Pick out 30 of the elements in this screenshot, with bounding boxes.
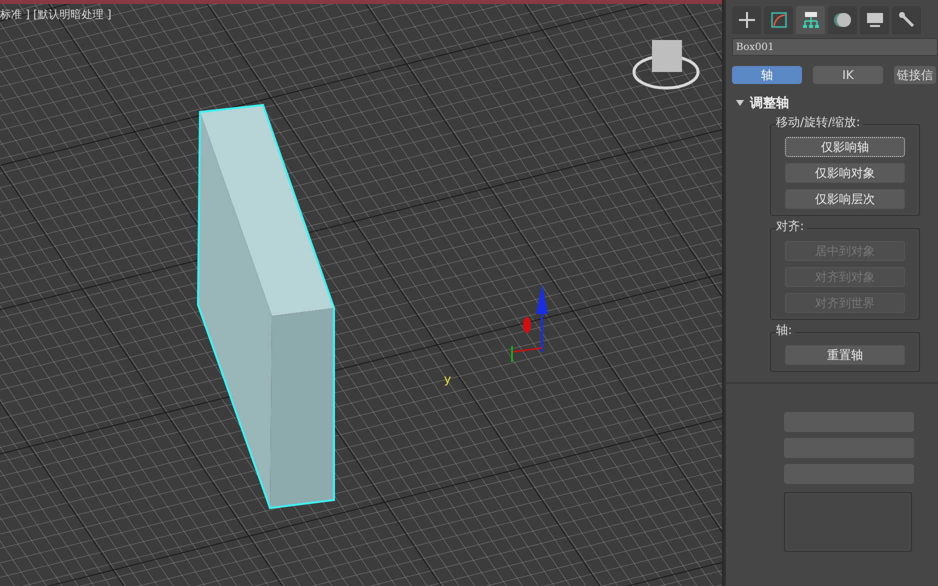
panel-tab[interactable] (796, 6, 825, 34)
curve-icon (770, 11, 788, 29)
panel-tab[interactable] (732, 6, 761, 34)
mode-button[interactable]: IK (813, 66, 883, 84)
rollout-title[interactable]: 调整轴 (750, 94, 789, 112)
expanded-triangle-icon[interactable] (736, 99, 744, 107)
panel-tab[interactable] (860, 6, 889, 34)
panel-button[interactable]: 重置轴 (785, 345, 905, 365)
monitor-icon (866, 11, 884, 29)
hierarchy-icon (802, 11, 820, 29)
panel-button[interactable]: 仅影响轴 (785, 137, 905, 157)
mode-button[interactable]: 轴 (732, 66, 802, 84)
wrench-icon (898, 11, 916, 29)
group-title: 移动/旋转/缩放: (776, 114, 864, 131)
panel-button[interactable]: 仅影响层次 (785, 189, 905, 209)
object-name-field[interactable]: Box001 (732, 38, 938, 56)
viewport[interactable]: 标准 ] [默认明暗处理 ] y (0, 0, 724, 586)
panel-tab[interactable] (764, 6, 793, 34)
sphere-icon (832, 11, 852, 29)
axis-label: y (444, 372, 452, 386)
group-title: 轴: (776, 322, 796, 339)
plus-icon (738, 11, 756, 29)
panel-tab[interactable] (892, 6, 921, 34)
panel-tab[interactable] (828, 6, 857, 34)
mode-button[interactable]: 链接信 (894, 66, 936, 84)
group-title: 对齐: (776, 218, 808, 235)
axis-gizmo-icon (511, 284, 548, 362)
viewport-label[interactable]: 标准 ] [默认明暗处理 ] (0, 7, 112, 22)
viewcube-icon (632, 40, 700, 90)
panel-button[interactable]: 仅影响对象 (785, 163, 905, 183)
